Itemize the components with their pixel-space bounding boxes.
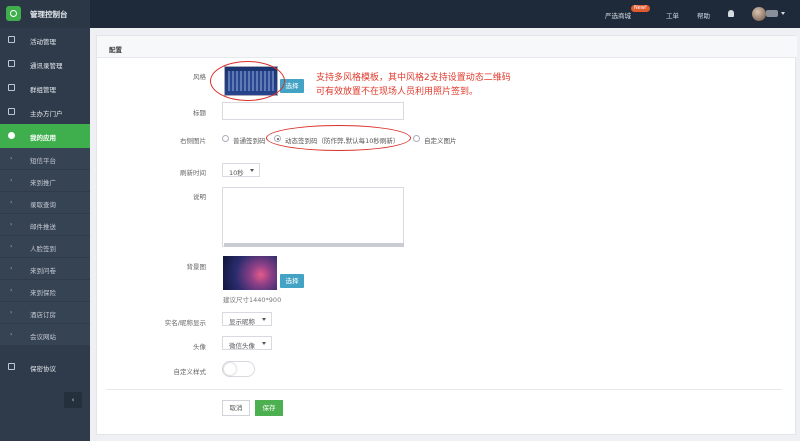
refresh-label: 刷新时间	[180, 169, 206, 177]
refresh-select[interactable]: 10秒	[222, 163, 260, 177]
avatar-select[interactable]: 微信头像	[222, 336, 272, 350]
style-label: 风格	[193, 73, 206, 81]
background-label: 背景图	[186, 263, 207, 271]
sidebar-item-label: 通讯录管理	[30, 62, 63, 70]
sidebar-item-label: 群组管理	[30, 86, 56, 94]
divider	[106, 389, 782, 390]
highlight-ellipse	[210, 61, 285, 101]
chevron-down-icon	[250, 169, 254, 172]
logo-icon	[6, 6, 21, 21]
sidebar-subitem-label: 录取查询	[30, 201, 56, 209]
name-display-label: 实名/昵称显示	[164, 319, 206, 327]
choose-background-button[interactable]: 选择	[280, 274, 304, 288]
sidebar-subitem[interactable]: › 短信平台	[0, 148, 90, 170]
sidebar-item-label: 保密协议	[30, 365, 56, 373]
name-display-value: 显示昵称	[229, 318, 255, 326]
top-bar: 管理控制台 严选商城 New! 工单 帮助	[0, 0, 800, 28]
right-image-label: 右侧图片	[180, 137, 206, 145]
avatar-value: 微信头像	[229, 342, 255, 350]
chevron-right-icon: ›	[10, 243, 13, 250]
sidebar-subitem-label: 来到保险	[30, 289, 56, 297]
title-input[interactable]	[222, 102, 404, 120]
sidebar-subitem-label: 酒店订房	[30, 311, 56, 319]
chevron-right-icon: ›	[10, 155, 13, 162]
radio-normal-code-label: 普通签到码	[233, 137, 266, 145]
chevron-right-icon: ›	[10, 199, 13, 206]
sidebar-subitem[interactable]: › 会议网站	[0, 324, 90, 346]
chevron-down-icon	[262, 342, 266, 345]
background-thumbnail[interactable]	[223, 256, 277, 290]
chevron-right-icon: ›	[10, 331, 13, 338]
sidebar-subitem-label: 人脸签到	[30, 245, 56, 253]
chevron-right-icon: ›	[10, 309, 13, 316]
annotation-line-1: 支持多风格模板，其中风格2支持设置动态二维码	[316, 73, 511, 83]
radio-normal-code[interactable]	[222, 135, 229, 142]
sidebar-subitem[interactable]: › 录取查询	[0, 192, 90, 214]
chevron-right-icon: ›	[10, 177, 13, 184]
sidebar-subitem[interactable]: › 人脸签到	[0, 236, 90, 258]
sidebar-item-my-apps[interactable]: 我的应用	[0, 124, 90, 148]
description-label: 说明	[193, 193, 206, 201]
sidebar-item-organizer[interactable]: 主办方门户	[0, 100, 90, 124]
book-icon	[8, 60, 15, 67]
bell-icon[interactable]	[728, 10, 734, 17]
logo-area: 管理控制台	[0, 0, 90, 28]
annotation-line-2: 可有效放置不在现场人员利用照片签到。	[316, 87, 479, 97]
help-link[interactable]: 帮助	[697, 10, 710, 20]
sidebar-item-contacts[interactable]: 通讯录管理	[0, 52, 90, 76]
new-badge: New!	[631, 5, 650, 12]
mall-link[interactable]: 严选商城	[605, 10, 631, 20]
chevron-right-icon: ›	[10, 221, 13, 228]
home-icon	[8, 36, 15, 43]
app-title: 管理控制台	[30, 10, 68, 19]
background-size-hint: 建议尺寸1440*900	[223, 296, 282, 304]
sidebar-item-label: 主办方门户	[30, 110, 63, 118]
sidebar-subitem-label: 邮件推送	[30, 223, 56, 231]
chevron-down-icon	[262, 318, 266, 321]
sidebar-item-activity[interactable]: 活动管理	[0, 28, 90, 52]
avatar[interactable]	[752, 7, 766, 21]
chevron-right-icon: ›	[10, 287, 13, 294]
highlight-ellipse	[266, 125, 411, 151]
horizontal-scrollbar[interactable]	[224, 243, 404, 247]
app-icon	[8, 132, 15, 139]
panel-header: 配置	[97, 36, 797, 58]
sidebar-subitem-label: 来到推广	[30, 179, 56, 187]
sidebar-subitem[interactable]: › 酒店订房	[0, 302, 90, 324]
sidebar-subitem[interactable]: › 来到保险	[0, 280, 90, 302]
custom-style-toggle[interactable]	[222, 361, 255, 377]
refresh-value: 10秒	[229, 169, 244, 177]
sidebar-item-privacy[interactable]: 保密协议	[0, 355, 90, 379]
cancel-button[interactable]: 取消	[222, 400, 250, 416]
name-display-select[interactable]: 显示昵称	[222, 312, 272, 326]
save-button[interactable]: 保存	[255, 400, 283, 416]
title-label: 标题	[193, 109, 206, 117]
sidebar-subitem[interactable]: › 邮件推送	[0, 214, 90, 236]
sidebar-subitem[interactable]: › 来到推广	[0, 170, 90, 192]
sidebar-subitem-label: 短信平台	[30, 157, 56, 165]
collapse-sidebar-button[interactable]: ‹	[64, 392, 82, 408]
custom-style-label: 自定义样式	[173, 368, 207, 376]
description-textarea[interactable]	[222, 187, 404, 247]
list-icon	[8, 108, 15, 115]
ticket-link[interactable]: 工单	[666, 10, 679, 20]
sidebar-item-label: 我的应用	[30, 134, 56, 142]
sidebar-item-label: 活动管理	[30, 38, 56, 46]
sidebar-subitem-label: 会议网站	[30, 333, 56, 341]
user-name[interactable]	[766, 10, 778, 17]
group-icon	[8, 84, 15, 91]
avatar-label: 头像	[193, 343, 206, 351]
chevron-right-icon: ›	[10, 265, 13, 272]
document-icon	[8, 363, 15, 370]
sidebar-item-groups[interactable]: 群组管理	[0, 76, 90, 100]
sidebar-subitem[interactable]: › 来到问卷	[0, 258, 90, 280]
radio-custom-image[interactable]	[413, 135, 420, 142]
sidebar-subitem-label: 来到问卷	[30, 267, 56, 275]
chevron-down-icon[interactable]	[781, 12, 785, 15]
radio-custom-image-label: 自定义图片	[424, 137, 457, 145]
sidebar: 活动管理 通讯录管理 群组管理 主办方门户 我的应用 › 短信平台 › 来到推广…	[0, 28, 90, 441]
panel-title: 配置	[109, 46, 122, 54]
